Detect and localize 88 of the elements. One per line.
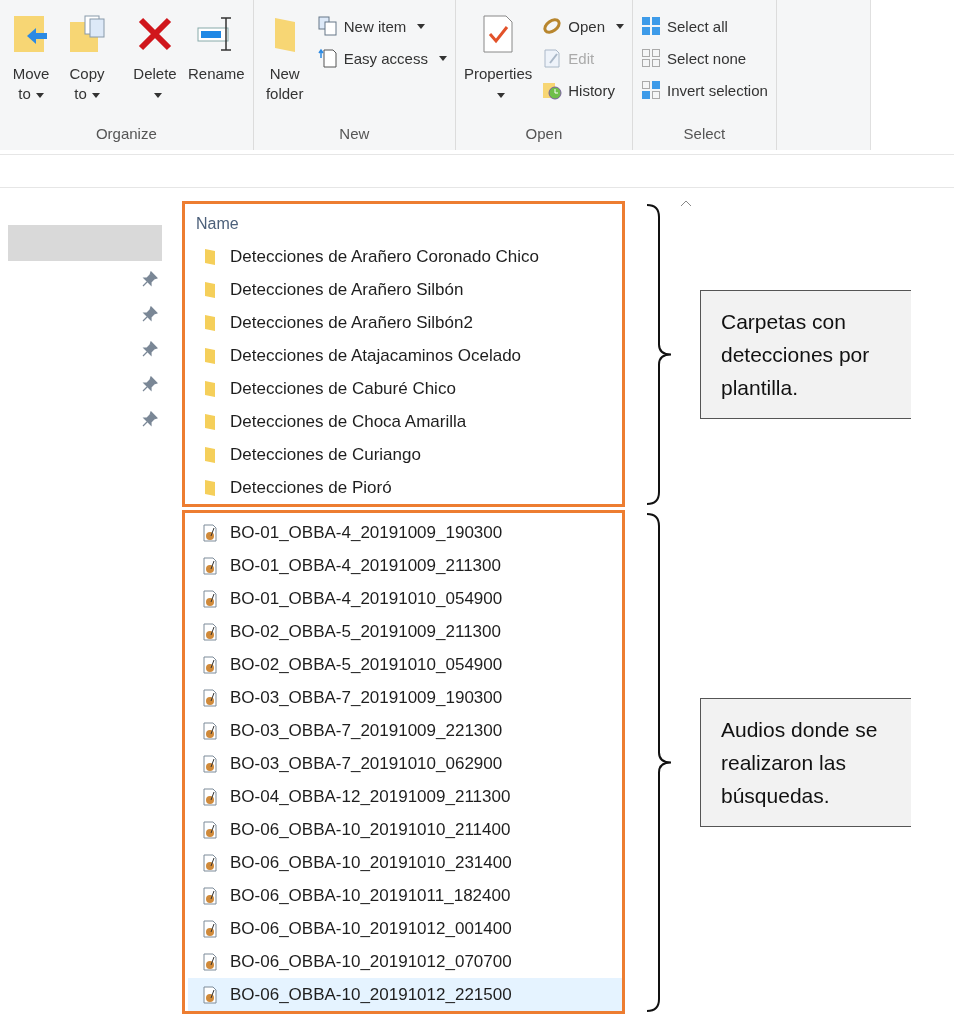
audio-file-icon — [202, 985, 218, 1004]
pin-icon[interactable] — [142, 340, 158, 357]
file-row[interactable]: Detecciones de Caburé Chico — [188, 372, 622, 405]
page-pencil-icon — [542, 48, 563, 68]
file-row[interactable]: Detecciones de Arañero Silbón2 — [188, 306, 622, 339]
audio-file-icon — [202, 688, 218, 707]
file-row[interactable]: BO-06_OBBA-10_20191012_001400 — [188, 912, 622, 945]
file-row[interactable]: BO-06_OBBA-10_20191012_221500 — [188, 978, 622, 1011]
grid-outline-icon — [641, 48, 661, 68]
file-row[interactable]: BO-03_OBBA-7_20191010_062900 — [188, 747, 622, 780]
file-row[interactable]: BO-06_OBBA-10_20191011_182400 — [188, 879, 622, 912]
ribbon-button[interactable]: Select none — [639, 46, 770, 70]
annotation-callout: Audios donde se realizaron las búsquedas. — [700, 697, 911, 827]
audio-file-icon — [202, 721, 218, 740]
folder-icon — [202, 445, 218, 464]
folder-icon — [202, 379, 218, 398]
file-row[interactable]: Detecciones de Choca Amarilla — [188, 405, 622, 438]
audio-file-icon — [202, 556, 218, 575]
folder-icon — [202, 478, 218, 497]
caret-icon — [153, 92, 162, 98]
ribbon-button[interactable]: History — [540, 78, 626, 102]
file-row[interactable]: BO-06_OBBA-10_20191012_070700 — [188, 945, 622, 978]
audio-file-icon — [202, 919, 218, 938]
ribbon-button[interactable]: Delete — [130, 6, 180, 125]
folder-icon — [202, 313, 218, 332]
file-row[interactable]: BO-03_OBBA-7_20191009_221300 — [188, 714, 622, 747]
file-row[interactable]: Detecciones de Pioró — [188, 471, 622, 504]
audio-file-icon — [202, 787, 218, 806]
caret-icon — [417, 23, 426, 29]
audio-file-icon — [202, 523, 218, 542]
group-label: New — [338, 125, 371, 144]
file-row[interactable]: BO-02_OBBA-5_20191010_054900 — [188, 648, 622, 681]
file-row[interactable]: BO-06_OBBA-10_20191010_211400 — [188, 813, 622, 846]
audio-file-icon — [202, 622, 218, 641]
pages-icon — [317, 16, 338, 36]
caret-icon — [35, 92, 44, 98]
file-row[interactable]: BO-03_OBBA-7_20191009_190300 — [188, 681, 622, 714]
page-arrow-icon — [317, 48, 338, 68]
ribbon-button[interactable]: Invert selection — [639, 78, 770, 102]
folder-icon — [202, 280, 218, 299]
file-row[interactable]: BO-02_OBBA-5_20191009_211300 — [188, 615, 622, 648]
ring-icon — [542, 16, 563, 36]
folder-icon — [202, 412, 218, 431]
caret-icon — [438, 55, 447, 61]
pin-icon[interactable] — [142, 305, 158, 322]
scroll-up-icon[interactable] — [680, 200, 692, 207]
group-label: Select — [682, 125, 727, 144]
caret-icon — [496, 92, 505, 98]
file-row[interactable]: BO-01_OBBA-4_20191009_190300 — [188, 516, 622, 549]
ribbon-button[interactable]: Rename — [186, 6, 247, 125]
folder-icon — [202, 346, 218, 365]
file-row[interactable]: Detecciones de Arañero Silbón — [188, 273, 622, 306]
pin-icon[interactable] — [142, 375, 158, 392]
audio-file-icon — [202, 952, 218, 971]
ribbon-button[interactable]: Open — [540, 14, 626, 38]
audio-file-icon — [202, 886, 218, 905]
folder-pages-icon — [67, 14, 107, 54]
ribbon-button[interactable]: New item — [315, 14, 449, 38]
ribbon-button[interactable]: Easy access — [315, 46, 449, 70]
audio-file-icon — [202, 589, 218, 608]
file-row[interactable]: BO-06_OBBA-10_20191010_231400 — [188, 846, 622, 879]
grid-icon — [641, 16, 661, 36]
file-row[interactable]: Detecciones de Atajacaminos Ocelado — [188, 339, 622, 372]
clock-icon — [542, 80, 563, 100]
audio-file-icon — [202, 754, 218, 773]
file-row[interactable]: Detecciones de Arañero Coronado Chico — [188, 240, 622, 273]
audio-file-icon — [202, 853, 218, 872]
file-row[interactable]: BO-01_OBBA-4_20191010_054900 — [188, 582, 622, 615]
annotation-callout: Carpetas con detecciones por plantilla. — [700, 289, 911, 419]
group-label: Organize — [94, 125, 158, 144]
ribbon-button[interactable]: Properties — [461, 6, 535, 125]
column-header[interactable]: Name — [188, 207, 622, 240]
audio-file-icon — [202, 655, 218, 674]
ribbon-button[interactable]: Move to — [6, 6, 56, 125]
ribbon-button[interactable]: New folder — [259, 6, 310, 125]
ribbon-button[interactable]: Copy to — [62, 6, 112, 125]
audio-file-icon — [202, 820, 218, 839]
ribbon-button[interactable]: Select all — [639, 14, 770, 38]
folder-icon — [202, 247, 218, 266]
caret-icon — [616, 23, 624, 29]
file-row[interactable]: BO-04_OBBA-12_20191009_211300 — [188, 780, 622, 813]
group-label: Open — [524, 125, 564, 144]
file-row[interactable]: BO-01_OBBA-4_20191009_211300 — [188, 549, 622, 582]
pin-icon[interactable] — [142, 270, 158, 287]
file-row[interactable]: Detecciones de Curiango — [188, 438, 622, 471]
grid-icon — [641, 80, 661, 100]
caret-icon — [91, 92, 100, 98]
pin-icon[interactable] — [142, 410, 158, 427]
